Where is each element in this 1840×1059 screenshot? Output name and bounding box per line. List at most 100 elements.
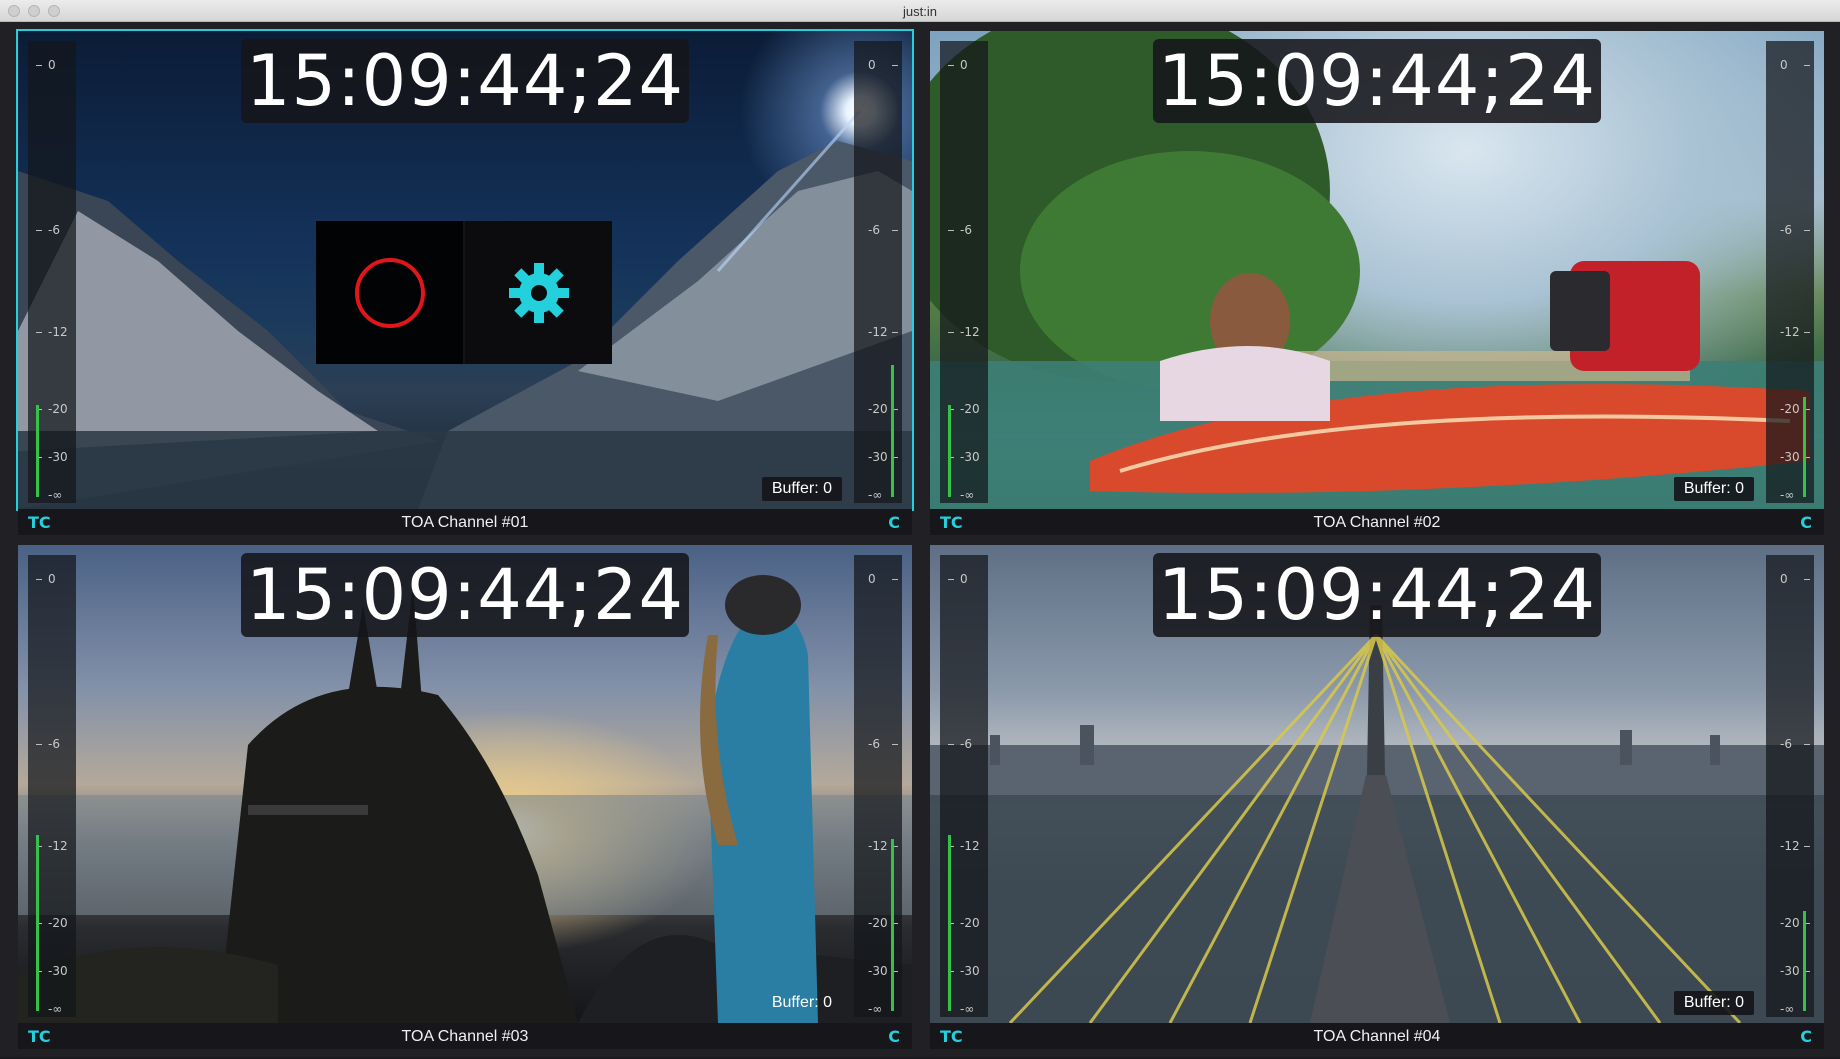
channel-info-strip: TC TOA Channel #02 C (930, 509, 1824, 535)
c-indicator[interactable]: C (888, 1027, 900, 1046)
audio-meter-right: 0 -6 -12 -20 -30 -∞ (854, 41, 902, 503)
video-preview[interactable]: 15:09:44;24 Buffer: 0 0 -6 -12 -20 -30 -… (16, 29, 914, 511)
timecode-display: 15:09:44;24 (1153, 553, 1601, 637)
channel-info-strip: TC TOA Channel #01 C (18, 509, 912, 535)
meter-mark: -30 (1780, 964, 1800, 978)
channel-info-strip: TC TOA Channel #04 C (930, 1023, 1824, 1049)
meter-mark: -12 (1780, 325, 1800, 339)
meter-mark: -20 (960, 402, 980, 416)
meter-mark: -20 (868, 916, 888, 930)
meter-mark: -6 (48, 223, 60, 237)
meter-mark: -12 (960, 325, 980, 339)
meter-mark: -30 (48, 964, 68, 978)
record-button[interactable] (316, 221, 463, 364)
meter-mark: -6 (48, 737, 60, 751)
meter-mark: -6 (960, 737, 972, 751)
audio-meter-right: 0 -6 -12 -20 -30 -∞ (1766, 555, 1814, 1017)
meter-mark: -6 (1780, 737, 1792, 751)
level-bar (1803, 397, 1806, 497)
audio-meter-left: 0 -6 -12 -20 -30 -∞ (940, 41, 988, 503)
meter-mark: 0 (960, 58, 968, 72)
meter-mark: 0 (1780, 572, 1788, 586)
buffer-indicator: Buffer: 0 (761, 477, 842, 501)
meter-mark: -20 (868, 402, 888, 416)
meter-mark: -6 (868, 223, 880, 237)
meter-mark: -20 (48, 402, 68, 416)
audio-meter-left: 0 -6 -12 -20 -30 -∞ (28, 555, 76, 1017)
timecode-display: 15:09:44;24 (241, 553, 689, 637)
level-bar (36, 405, 39, 497)
meter-mark: -∞ (960, 1002, 975, 1016)
settings-button[interactable] (463, 221, 612, 364)
level-bar (1803, 911, 1806, 1011)
channel-name: TOA Channel #02 (1313, 514, 1441, 531)
channel-name: TOA Channel #04 (1313, 1028, 1441, 1045)
level-bar (948, 835, 951, 1011)
meter-mark: -20 (1780, 916, 1800, 930)
meter-mark: -∞ (868, 488, 883, 502)
channel-tile-4[interactable]: 15:09:44;24 Buffer: 0 0 -6 -12 -20 -30 -… (930, 545, 1824, 1059)
meter-mark: -12 (868, 325, 888, 339)
meter-mark: -12 (960, 839, 980, 853)
meter-mark: -∞ (868, 1002, 883, 1016)
audio-meter-left: 0 -6 -12 -20 -30 -∞ (940, 555, 988, 1017)
meter-mark: -12 (1780, 839, 1800, 853)
meter-mark: 0 (1780, 58, 1788, 72)
c-indicator[interactable]: C (888, 513, 900, 532)
meter-mark: -30 (868, 450, 888, 464)
meter-mark: -6 (868, 737, 880, 751)
window-title: just:in (903, 4, 937, 19)
channel-controls (316, 221, 612, 364)
meter-mark: -30 (48, 450, 68, 464)
meter-mark: -12 (48, 839, 68, 853)
c-indicator[interactable]: C (1800, 1027, 1812, 1046)
channel-grid: 15:09:44;24 Buffer: 0 0 -6 -12 -20 -30 -… (0, 22, 1840, 1057)
buffer-indicator: Buffer: 0 (771, 994, 832, 1011)
meter-mark: 0 (48, 572, 56, 586)
meter-mark: -30 (960, 964, 980, 978)
c-indicator[interactable]: C (1800, 513, 1812, 532)
video-preview[interactable]: 15:09:44;24 Buffer: 0 0 -6 -12 -20 -30 -… (930, 31, 1824, 509)
meter-mark: -20 (48, 916, 68, 930)
audio-meter-right: 0 -6 -12 -20 -30 -∞ (854, 555, 902, 1017)
meter-mark: 0 (868, 58, 876, 72)
buffer-indicator: Buffer: 0 (1673, 991, 1754, 1015)
meter-mark: -∞ (1780, 1002, 1795, 1016)
channel-info-strip: TC TOA Channel #03 C (18, 1023, 912, 1049)
meter-mark: -6 (960, 223, 972, 237)
meter-mark: 0 (868, 572, 876, 586)
buffer-indicator: Buffer: 0 (1673, 477, 1754, 501)
meter-mark: -∞ (960, 488, 975, 502)
level-bar (948, 405, 951, 497)
video-preview[interactable]: 15:09:44;24 Buffer: 0 0 -6 -12 -20 -30 -… (930, 545, 1824, 1023)
channel-tile-3[interactable]: 15:09:44;24 Buffer: 0 0 -6 -12 -20 -30 -… (18, 545, 912, 1059)
meter-mark: -12 (48, 325, 68, 339)
meter-mark: 0 (48, 58, 56, 72)
meter-mark: -30 (868, 964, 888, 978)
meter-mark: -∞ (48, 1002, 63, 1016)
meter-mark: -∞ (48, 488, 63, 502)
channel-name: TOA Channel #01 (401, 514, 529, 531)
channel-tile-2[interactable]: 15:09:44;24 Buffer: 0 0 -6 -12 -20 -30 -… (930, 31, 1824, 545)
timecode-display: 15:09:44;24 (1153, 39, 1601, 123)
meter-mark: -20 (1780, 402, 1800, 416)
gear-icon (508, 262, 569, 323)
audio-meter-right: 0 -6 -12 -20 -30 -∞ (1766, 41, 1814, 503)
title-bar: just:in (0, 0, 1840, 22)
level-bar (891, 839, 894, 1011)
record-circle-icon (354, 257, 425, 328)
audio-meter-left: 0 -6 -12 -20 -30 -∞ (28, 41, 76, 503)
channel-tile-1[interactable]: 15:09:44;24 Buffer: 0 0 -6 -12 -20 -30 -… (16, 29, 914, 545)
level-bar (36, 835, 39, 1011)
level-bar (891, 365, 894, 497)
meter-mark: -∞ (1780, 488, 1795, 502)
meter-mark: 0 (960, 572, 968, 586)
timecode-display: 15:09:44;24 (241, 39, 689, 123)
meter-mark: -12 (868, 839, 888, 853)
video-preview[interactable]: 15:09:44;24 Buffer: 0 0 -6 -12 -20 -30 -… (18, 545, 912, 1023)
meter-mark: -6 (1780, 223, 1792, 237)
meter-mark: -20 (960, 916, 980, 930)
channel-name: TOA Channel #03 (401, 1028, 529, 1045)
meter-mark: -30 (1780, 450, 1800, 464)
meter-mark: -30 (960, 450, 980, 464)
